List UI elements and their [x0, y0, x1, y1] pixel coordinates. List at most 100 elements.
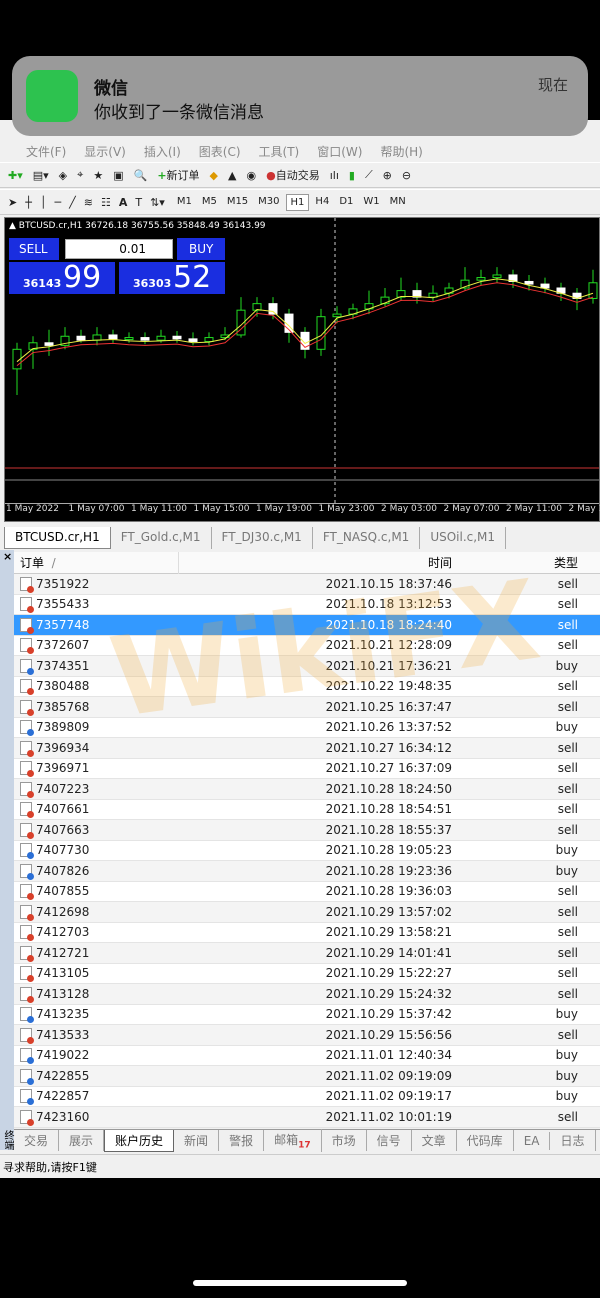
table-row[interactable]: 7396934 2021.10.27 16:34:12 sell [14, 738, 600, 759]
chart-tab[interactable]: FT_DJ30.c,M1 [212, 527, 313, 549]
horizontal-line-icon[interactable]: ─ [54, 196, 61, 209]
table-row[interactable]: 7351922 2021.10.15 18:37:46 sell [14, 574, 600, 595]
terminal-tab[interactable]: EA [514, 1131, 551, 1150]
line-chart-icon[interactable]: ⟋ [365, 168, 373, 182]
terminal-tab[interactable]: 交易 [14, 1130, 60, 1151]
table-row[interactable]: 7396971 2021.10.27 16:37:09 sell [14, 759, 600, 779]
auto-trade-button[interactable]: ●自动交易 [266, 167, 320, 183]
notification-banner[interactable]: 微信 你收到了一条微信消息 现在 [12, 56, 588, 136]
timeframe-m5[interactable]: M5 [198, 194, 221, 211]
chart-tab[interactable]: BTCUSD.cr,H1 [4, 527, 111, 549]
menu-item[interactable]: 图表(C) [199, 143, 241, 160]
terminal-tab[interactable]: 邮箱17 [264, 1128, 322, 1153]
order-icon [20, 945, 34, 962]
table-row[interactable]: 7374351 2021.10.21 17:36:21 buy [14, 656, 600, 677]
trendline-icon[interactable]: ╱ [69, 196, 76, 209]
table-row[interactable]: 7407661 2021.10.28 18:54:51 sell [14, 800, 600, 820]
table-row[interactable]: 7385768 2021.10.25 16:37:47 sell [14, 697, 600, 718]
chart-tab[interactable]: FT_NASQ.c,M1 [313, 527, 421, 549]
table-row[interactable]: 7372607 2021.10.21 12:28:09 sell [14, 636, 600, 656]
table-row[interactable]: 7413105 2021.10.29 15:22:27 sell [14, 964, 600, 984]
timeframe-h4[interactable]: H4 [311, 194, 333, 211]
chart-tab[interactable]: USOil.c,M1 [420, 527, 507, 549]
table-row[interactable]: 7422855 2021.11.02 09:19:09 buy [14, 1066, 600, 1087]
order-id: 7407223 [36, 781, 90, 796]
table-row[interactable]: 7407663 2021.10.28 18:55:37 sell [14, 820, 600, 841]
zoom-out-icon[interactable]: ⊖ [402, 169, 411, 182]
arrows-icon[interactable]: ⇅▾ [150, 196, 165, 209]
crosshair-icon[interactable]: ⌖ [77, 168, 83, 182]
table-row[interactable]: 7413235 2021.10.29 15:37:42 buy [14, 1005, 600, 1025]
terminal-tab[interactable]: 账户历史 [104, 1129, 175, 1152]
table-row[interactable]: 7413128 2021.10.29 15:24:32 sell [14, 984, 600, 1005]
terminal-tab[interactable]: 文章 [412, 1130, 457, 1151]
vertical-line-icon[interactable]: │ [40, 196, 47, 209]
terminal-tab[interactable]: 市场 [322, 1130, 367, 1151]
timeframe-m1[interactable]: M1 [173, 194, 196, 211]
channel-icon[interactable]: ≋ [84, 196, 93, 209]
menu-item[interactable]: 窗口(W) [317, 143, 362, 160]
terminal-tab[interactable]: 警报 [219, 1130, 265, 1151]
candle-chart-icon[interactable]: ▮ [349, 169, 355, 182]
table-row[interactable]: 7412703 2021.10.29 13:58:21 sell [14, 923, 600, 943]
table-row[interactable]: 7413533 2021.10.29 15:56:56 sell [14, 1025, 600, 1046]
menu-item[interactable]: 工具(T) [259, 143, 300, 160]
terminal-tab-label: 市场 [331, 1134, 356, 1148]
crosshair-tool-icon[interactable]: ┼ [25, 196, 32, 209]
table-row[interactable]: 7407826 2021.10.28 19:23:36 buy [14, 861, 600, 882]
order-cell: 7396971 [20, 761, 89, 778]
menu-item[interactable]: 插入(I) [144, 143, 181, 160]
header-type[interactable]: 类型 [554, 554, 578, 571]
timeframe-w1[interactable]: W1 [359, 194, 383, 211]
bar-chart-icon[interactable]: ılı [330, 169, 339, 182]
timeframe-m15[interactable]: M15 [223, 194, 252, 211]
timeframe-d1[interactable]: D1 [335, 194, 357, 211]
table-row[interactable]: 7355433 2021.10.18 13:12:53 sell [14, 595, 600, 615]
metaeditor-icon[interactable]: ◆ [210, 169, 218, 182]
table-row[interactable]: 7422857 2021.11.02 09:19:17 buy [14, 1087, 600, 1107]
text-icon[interactable]: A [119, 196, 128, 209]
order-cell: 7374351 [20, 658, 89, 675]
home-indicator[interactable] [193, 1280, 407, 1286]
terminal-tab[interactable]: 信号 [367, 1130, 412, 1151]
menu-item[interactable]: 文件(F) [26, 143, 66, 160]
terminal-tab[interactable]: 展示 [59, 1130, 105, 1151]
terminal-tab[interactable]: 日志 [550, 1130, 596, 1151]
text-label-icon[interactable]: T [135, 196, 142, 209]
navigator-icon[interactable]: ★ [93, 169, 103, 182]
terminal-tab[interactable]: 代码库 [457, 1130, 514, 1151]
header-time[interactable]: 时间 [428, 554, 452, 571]
table-row[interactable]: 7357748 2021.10.18 18:24:40 sell [14, 615, 600, 636]
terminal-icon[interactable]: ▣ [113, 169, 123, 182]
table-row[interactable]: 7380488 2021.10.22 19:48:35 sell [14, 677, 600, 697]
price-chart[interactable]: ▲ BTCUSD.cr,H1 36726.18 36755.56 35848.4… [4, 217, 600, 522]
close-terminal-icon[interactable]: × [3, 550, 12, 563]
timeframe-h1[interactable]: H1 [285, 193, 310, 211]
market-watch-icon[interactable]: ◈ [59, 169, 67, 182]
menu-item[interactable]: 帮助(H) [380, 143, 422, 160]
broadcast-icon[interactable]: ◉ [246, 169, 256, 182]
chart-tab[interactable]: FT_Gold.c,M1 [111, 527, 212, 549]
cursor-icon[interactable]: ➤ [8, 196, 17, 209]
menu-item[interactable]: 显示(V) [84, 143, 126, 160]
order-type: buy [555, 863, 578, 878]
timeframe-mn[interactable]: MN [386, 194, 410, 211]
fibonacci-icon[interactable]: ☷ [101, 196, 111, 209]
tester-icon[interactable]: 🔍 [134, 169, 148, 182]
terminal-tab[interactable]: 新闻 [174, 1130, 220, 1151]
new-chart-icon[interactable]: ✚▾ [8, 169, 23, 182]
zoom-in-icon[interactable]: ⊕ [383, 169, 392, 182]
new-order-button[interactable]: +新订单 [157, 167, 199, 183]
table-row[interactable]: 7412698 2021.10.29 13:57:02 sell [14, 902, 600, 923]
timeframe-m30[interactable]: M30 [254, 194, 283, 211]
signals-icon[interactable]: ▲ [228, 169, 236, 182]
table-row[interactable]: 7407223 2021.10.28 18:24:50 sell [14, 779, 600, 800]
table-row[interactable]: 7423160 2021.11.02 10:01:19 sell [14, 1107, 600, 1128]
profiles-icon[interactable]: ▤▾ [33, 169, 49, 182]
table-row[interactable]: 7412721 2021.10.29 14:01:41 sell [14, 943, 600, 964]
header-order[interactable]: 订单 / [20, 554, 56, 571]
table-row[interactable]: 7407855 2021.10.28 19:36:03 sell [14, 882, 600, 902]
table-row[interactable]: 7407730 2021.10.28 19:05:23 buy [14, 841, 600, 861]
table-row[interactable]: 7389809 2021.10.26 13:37:52 buy [14, 718, 600, 738]
table-row[interactable]: 7419022 2021.11.01 12:40:34 buy [14, 1046, 600, 1066]
